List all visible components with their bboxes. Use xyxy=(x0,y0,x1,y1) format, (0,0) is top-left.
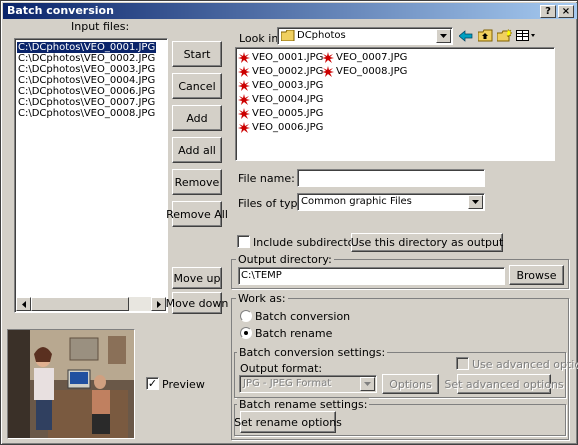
add-button[interactable]: Add xyxy=(172,105,222,131)
file-item[interactable]: VEO_0007.JPG xyxy=(322,51,407,64)
chevron-down-icon[interactable] xyxy=(468,195,483,209)
file-item-label: VEO_0001.JPG xyxy=(252,52,324,63)
work-as-label: Work as: xyxy=(236,292,288,305)
output-directory-label: Output directory: xyxy=(236,253,334,266)
image-file-icon xyxy=(238,93,251,105)
move-down-button[interactable]: Move down xyxy=(166,292,228,314)
image-file-icon xyxy=(238,107,251,119)
close-button[interactable]: × xyxy=(558,5,574,18)
include-subdirs-checkbox[interactable] xyxy=(237,235,250,248)
file-item[interactable]: VEO_0004.JPG xyxy=(238,93,323,106)
input-files-label: Input files: xyxy=(71,20,130,33)
file-name-label: File name: xyxy=(238,172,295,185)
remove-button[interactable]: Remove xyxy=(172,169,222,195)
list-item[interactable]: C:\DCphotos\VEO_0002.JPG xyxy=(17,53,156,64)
cancel-button[interactable]: Cancel xyxy=(172,73,222,99)
look-in-value: DCphotos xyxy=(297,30,346,41)
image-file-icon xyxy=(238,79,251,91)
output-format-value: JPG - JPEG Format xyxy=(243,378,332,389)
chevron-down-icon[interactable] xyxy=(436,29,451,43)
batch-conversion-dialog: Batch conversion ? × Input files: C:\DCp… xyxy=(0,0,578,445)
scroll-thumb[interactable] xyxy=(31,297,129,311)
conversion-settings-label: Batch conversion settings: xyxy=(237,346,388,359)
files-of-type-combo[interactable]: Common graphic Files xyxy=(297,193,485,211)
new-folder-icon[interactable] xyxy=(496,28,513,45)
file-item-label: VEO_0003.JPG xyxy=(252,80,324,91)
file-item-label: VEO_0005.JPG xyxy=(252,108,324,119)
file-item-label: VEO_0008.JPG xyxy=(336,66,408,77)
files-of-type-value: Common graphic Files xyxy=(301,196,412,207)
look-in-label: Look in: xyxy=(239,32,282,45)
list-item[interactable]: C:\DCphotos\VEO_0003.JPG xyxy=(17,64,156,75)
preview-image xyxy=(7,329,135,439)
help-button[interactable]: ? xyxy=(540,5,556,18)
view-menu-icon[interactable] xyxy=(516,30,536,45)
list-item[interactable]: C:\DCphotos\VEO_0008.JPG xyxy=(17,108,156,119)
move-up-button[interactable]: Move up xyxy=(172,267,222,289)
list-item[interactable]: C:\DCphotos\VEO_0006.JPG xyxy=(17,86,156,97)
preview-checkbox[interactable]: ✓ xyxy=(146,377,159,390)
horizontal-scrollbar[interactable] xyxy=(16,297,166,311)
image-file-icon xyxy=(322,51,335,63)
back-arrow-icon[interactable] xyxy=(458,30,473,45)
list-item[interactable]: C:\DCphotos\VEO_0004.JPG xyxy=(17,75,156,86)
set-rename-options-button[interactable]: Set rename options xyxy=(234,411,342,433)
rename-settings-label: Batch rename settings: xyxy=(237,398,370,411)
output-format-label: Output format: xyxy=(240,362,323,375)
output-format-combo[interactable]: JPG - JPEG Format xyxy=(239,375,377,393)
start-button[interactable]: Start xyxy=(172,41,222,67)
file-item-label: VEO_0007.JPG xyxy=(336,52,408,63)
title-bar[interactable]: Batch conversion ? × xyxy=(3,3,577,19)
scroll-left-icon[interactable] xyxy=(16,297,31,311)
file-item-label: VEO_0006.JPG xyxy=(252,122,324,133)
input-files-list[interactable]: C:\DCphotos\VEO_0001.JPG C:\DCphotos\VEO_… xyxy=(14,38,168,313)
image-file-icon xyxy=(238,65,251,77)
up-folder-icon[interactable] xyxy=(477,29,493,45)
file-item-label: VEO_0004.JPG xyxy=(252,94,324,105)
image-file-icon xyxy=(322,65,335,77)
file-item-label: VEO_0002.JPG xyxy=(252,66,324,77)
batch-conversion-radio[interactable] xyxy=(240,310,252,322)
options-button[interactable]: Options xyxy=(382,374,439,394)
window-title: Batch conversion xyxy=(7,4,114,17)
use-advanced-checkbox[interactable] xyxy=(456,357,469,370)
use-directory-button[interactable]: Use this directory as output xyxy=(351,233,503,252)
list-item[interactable]: C:\DCphotos\VEO_0001.JPG xyxy=(15,41,158,54)
file-browser-list[interactable]: VEO_0001.JPG VEO_0002.JPG VEO_0003.JPG VEO_… xyxy=(235,47,555,161)
batch-conversion-radio-label: Batch conversion xyxy=(255,310,351,323)
list-item[interactable]: C:\DCphotos\VEO_0007.JPG xyxy=(17,97,156,108)
chevron-down-icon[interactable] xyxy=(360,377,375,391)
file-item[interactable]: VEO_0003.JPG xyxy=(238,79,323,92)
folder-icon xyxy=(280,29,295,44)
batch-rename-radio-label: Batch rename xyxy=(255,327,333,340)
file-item[interactable]: VEO_0008.JPG xyxy=(322,65,407,78)
image-file-icon xyxy=(238,51,251,63)
use-advanced-label: Use advanced options xyxy=(472,358,578,371)
file-item[interactable]: VEO_0005.JPG xyxy=(238,107,323,120)
remove-all-button[interactable]: Remove All xyxy=(166,201,228,227)
file-item[interactable]: VEO_0002.JPG xyxy=(238,65,323,78)
file-item[interactable]: VEO_0006.JPG xyxy=(238,121,323,134)
batch-rename-radio[interactable] xyxy=(240,327,252,339)
add-all-button[interactable]: Add all xyxy=(172,137,222,163)
file-name-input[interactable] xyxy=(297,169,485,187)
set-advanced-options-button[interactable]: Set advanced options xyxy=(444,374,564,394)
browse-button[interactable]: Browse xyxy=(509,265,564,285)
preview-label: Preview xyxy=(162,378,205,391)
file-item[interactable]: VEO_0001.JPG xyxy=(238,51,323,64)
scroll-right-icon[interactable] xyxy=(151,297,166,311)
output-directory-input[interactable]: C:\TEMP xyxy=(238,267,505,285)
look-in-combo[interactable]: DCphotos xyxy=(277,27,453,45)
image-file-icon xyxy=(238,121,251,133)
output-directory-value: C:\TEMP xyxy=(241,270,282,281)
